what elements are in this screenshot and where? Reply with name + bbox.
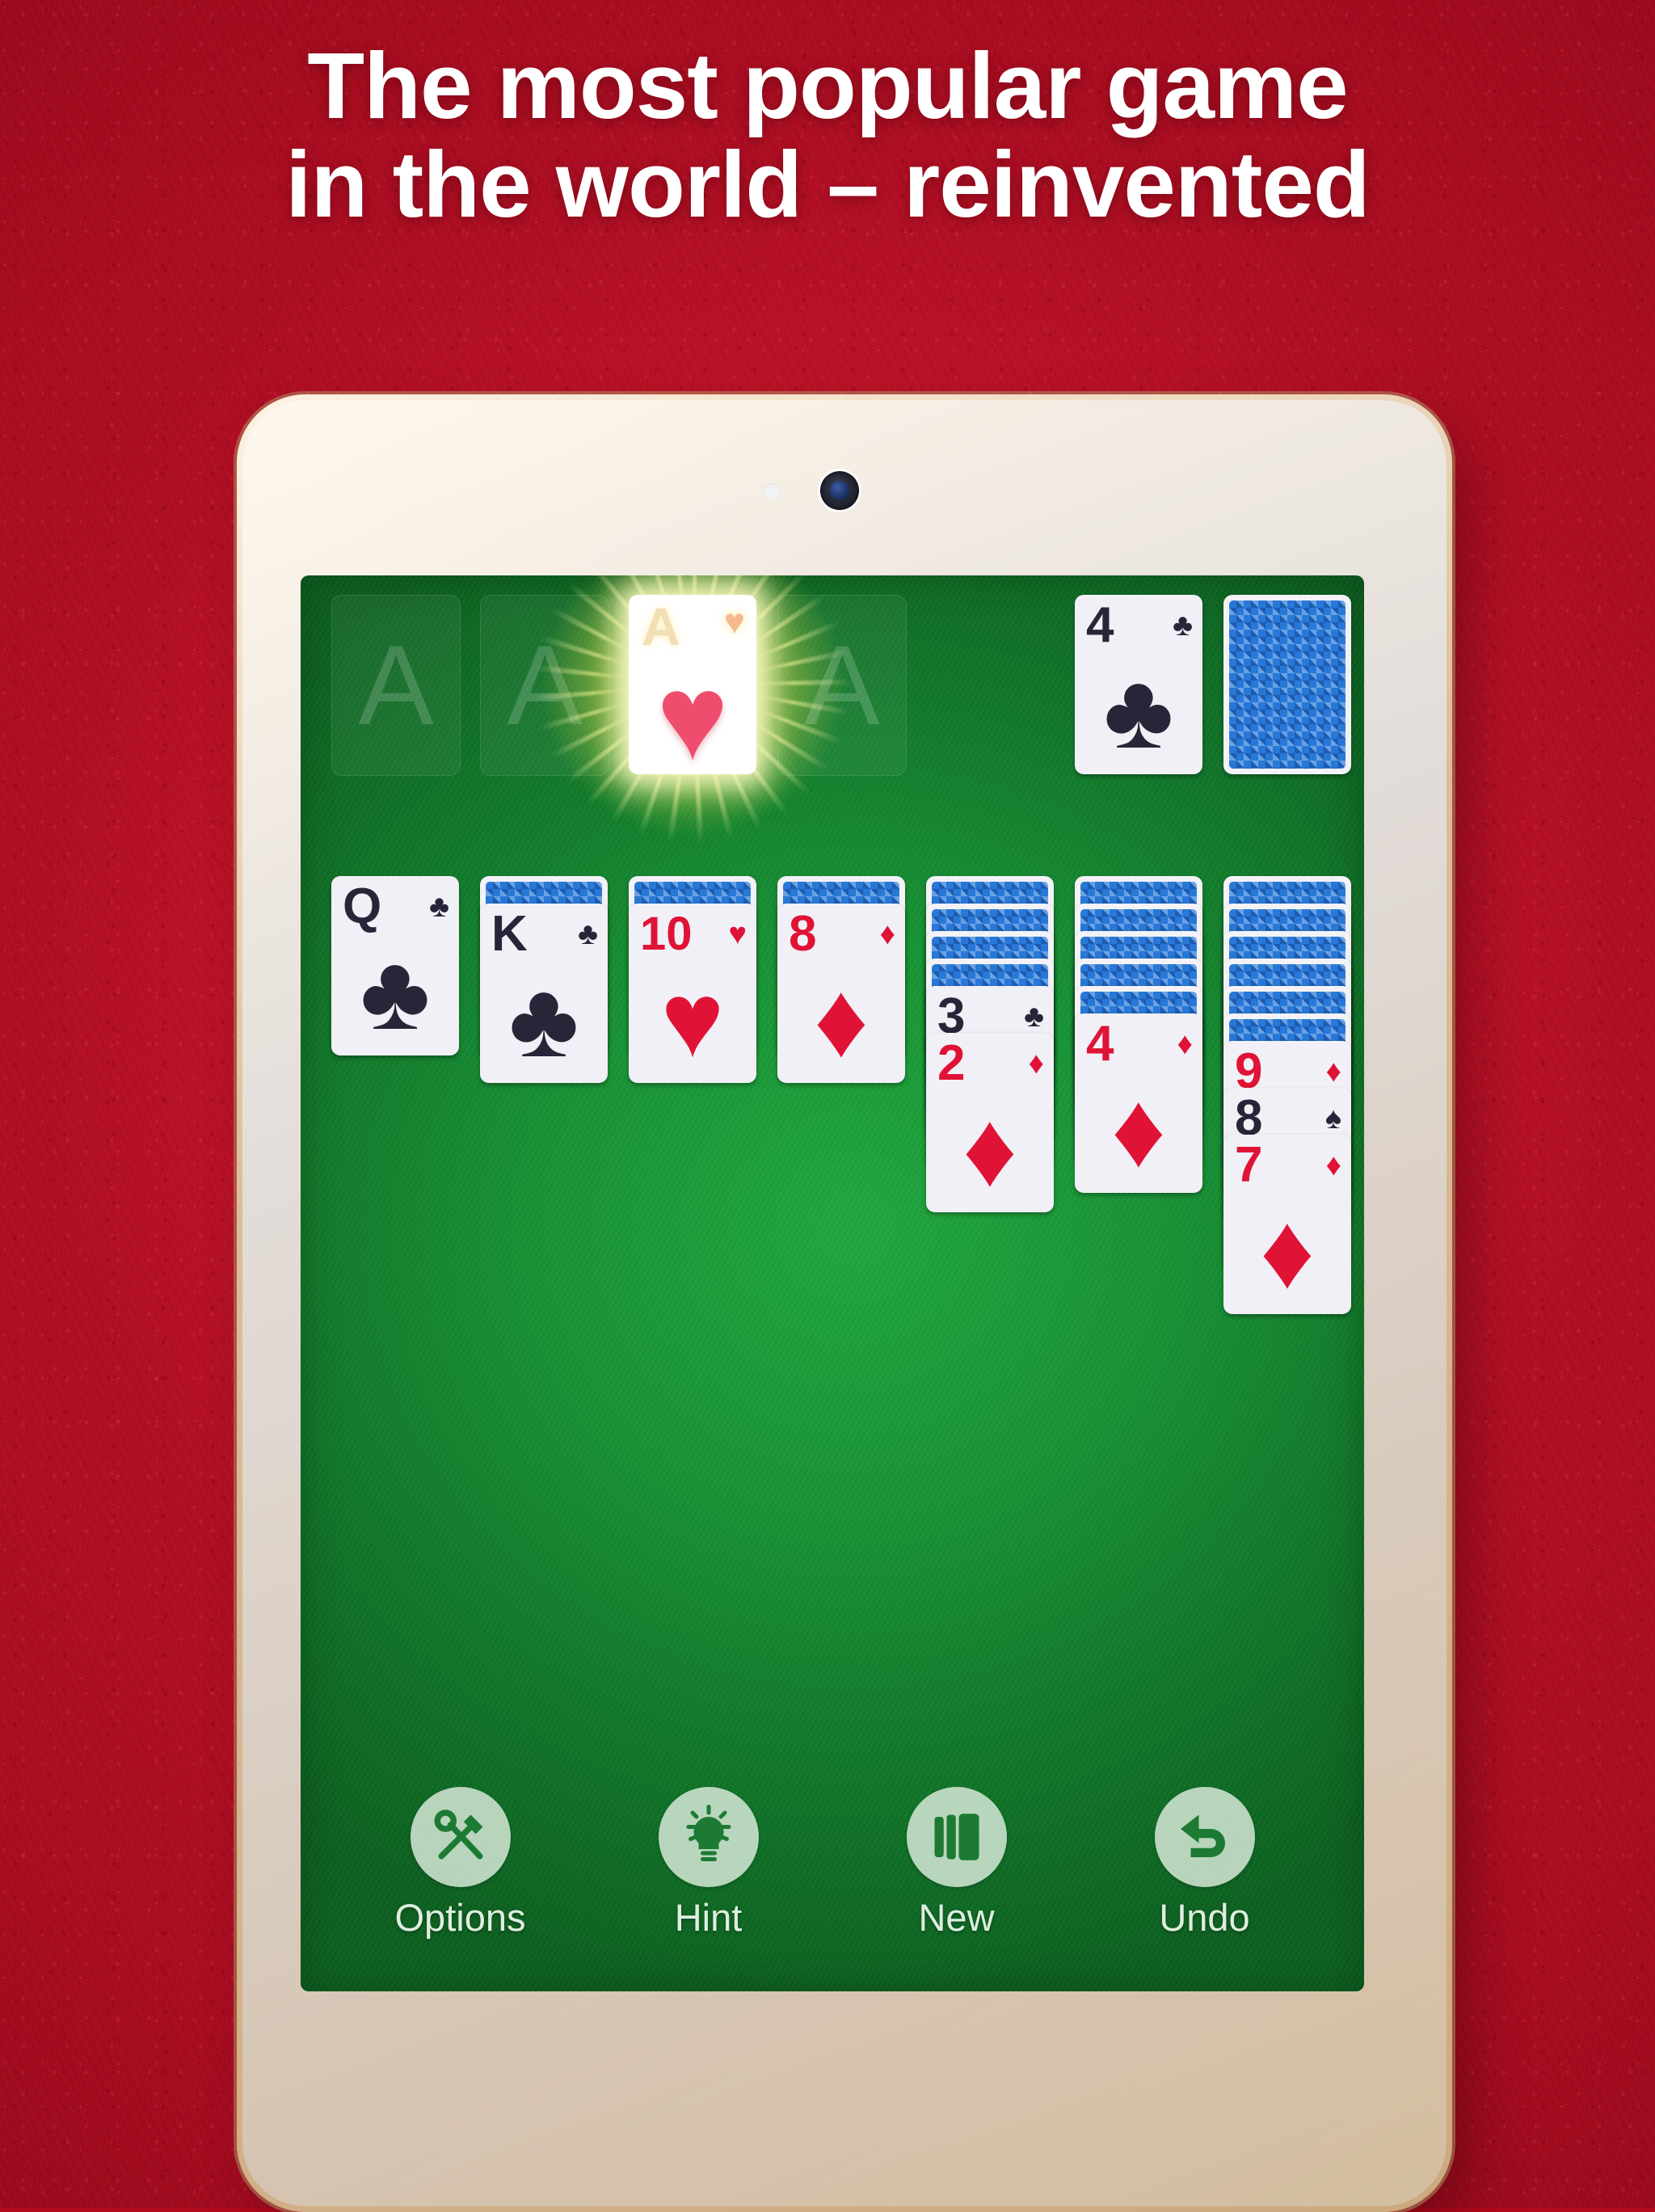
card-center-pip: ♦ xyxy=(814,960,869,1079)
card-suit-pip: ♥ xyxy=(728,917,747,951)
card-back-pattern xyxy=(1229,600,1345,769)
tableau-card[interactable]: K ♣ ♣ xyxy=(480,904,608,1083)
card-center-pip: ♦ xyxy=(1260,1191,1315,1310)
card-stack-icon xyxy=(906,1786,1007,1887)
card-rank: 10 xyxy=(640,908,693,960)
options-button[interactable]: Options xyxy=(368,1786,554,1939)
ace-suit-pip: ♥ xyxy=(723,602,745,642)
card-center-pip: ♦ xyxy=(962,1089,1017,1208)
undo-arrow-icon xyxy=(1154,1786,1255,1887)
headline-line-2: in the world – reinvented xyxy=(285,131,1370,237)
card-rank: K xyxy=(491,906,528,962)
card-corner: Q ♣ xyxy=(343,881,449,933)
card-center-pip: ♣ xyxy=(508,960,579,1079)
hint-label: Hint xyxy=(674,1895,743,1939)
card-corner: 10 ♥ xyxy=(640,908,747,960)
card-suit-pip: ♣ xyxy=(429,890,449,924)
card-suit-pip: ♠ xyxy=(1324,1102,1341,1135)
card-center-pip: ♥ xyxy=(660,960,725,1079)
card-center-pip: ♣ xyxy=(360,933,431,1051)
undo-button[interactable]: Undo xyxy=(1112,1786,1298,1939)
card-suit-pip: ♦ xyxy=(1177,1027,1193,1061)
stock-pile[interactable] xyxy=(1223,595,1351,774)
card-corner: 4 ♦ xyxy=(1086,1018,1193,1070)
page-headline: The most popular game in the world – rei… xyxy=(0,33,1655,237)
solitaire-game-screen: AAAA♥♥A4♣♣Q♣♣K♣♣10♥♥8♦♦3♣♣2♦♦4♦♦9♦♦8♠♠7♦… xyxy=(301,575,1364,1991)
ace-rank: A xyxy=(642,596,680,656)
card-suit-pip: ♣ xyxy=(1024,1000,1044,1034)
ambient-light-sensor-icon xyxy=(764,483,780,499)
foundation-slot-1[interactable]: A xyxy=(331,595,461,776)
card-corner: 2 ♦ xyxy=(937,1038,1044,1089)
card-corner: 8 ♦ xyxy=(789,908,895,960)
tableau-card[interactable]: 4 ♦ ♦ xyxy=(1075,1013,1202,1193)
card-corner: 4 ♣ xyxy=(1086,600,1193,651)
tableau-card[interactable]: 8 ♦ ♦ xyxy=(777,904,905,1083)
tableau-card[interactable]: 2 ♦ ♦ xyxy=(926,1033,1054,1212)
tableau-card[interactable]: 10 ♥ ♥ xyxy=(629,904,756,1083)
new-label: New xyxy=(918,1895,995,1939)
card-rank: 2 xyxy=(937,1035,966,1091)
card-suit-pip: ♦ xyxy=(1325,1148,1341,1182)
card-center-pip: ♣ xyxy=(1103,651,1174,770)
camera-lens-icon xyxy=(820,471,859,510)
card-suit-pip: ♦ xyxy=(879,917,895,951)
tableau-card[interactable]: Q ♣ ♣ xyxy=(331,876,459,1055)
card-corner: K ♣ xyxy=(491,908,598,960)
card-rank: Q xyxy=(343,878,382,934)
card-rank: 4 xyxy=(1086,1016,1114,1072)
foundation-ace-3[interactable]: A ♥ ♥ xyxy=(519,575,866,858)
ace-card-face: A ♥ ♥ xyxy=(629,595,756,785)
card-suit-pip: ♦ xyxy=(1325,1055,1341,1089)
undo-label: Undo xyxy=(1159,1895,1250,1939)
card-rank: 8 xyxy=(789,906,817,962)
headline-line-1: The most popular game xyxy=(307,33,1348,138)
ace-center-heart: ♥ xyxy=(656,649,729,785)
card-rank: 4 xyxy=(1086,597,1114,653)
foundation-slot-4[interactable]: A xyxy=(777,595,907,776)
tools-icon xyxy=(410,1786,511,1887)
lightbulb-icon xyxy=(658,1786,759,1887)
tableau-card[interactable]: 7 ♦ ♦ xyxy=(1223,1135,1351,1314)
card-suit-pip: ♦ xyxy=(1028,1047,1044,1081)
card-rank: 7 xyxy=(1235,1137,1263,1193)
card-corner: 7 ♦ xyxy=(1235,1140,1341,1191)
waste-pile-card[interactable]: 4 ♣ ♣ xyxy=(1075,595,1202,774)
card-suit-pip: ♣ xyxy=(1173,609,1193,643)
hint-button[interactable]: Hint xyxy=(616,1786,802,1939)
game-toolbar: Options Hint New Undo xyxy=(301,1768,1364,1954)
options-label: Options xyxy=(394,1895,526,1939)
new-game-button[interactable]: New xyxy=(864,1786,1050,1939)
card-suit-pip: ♣ xyxy=(578,917,598,951)
card-center-pip: ♦ xyxy=(1111,1070,1166,1189)
